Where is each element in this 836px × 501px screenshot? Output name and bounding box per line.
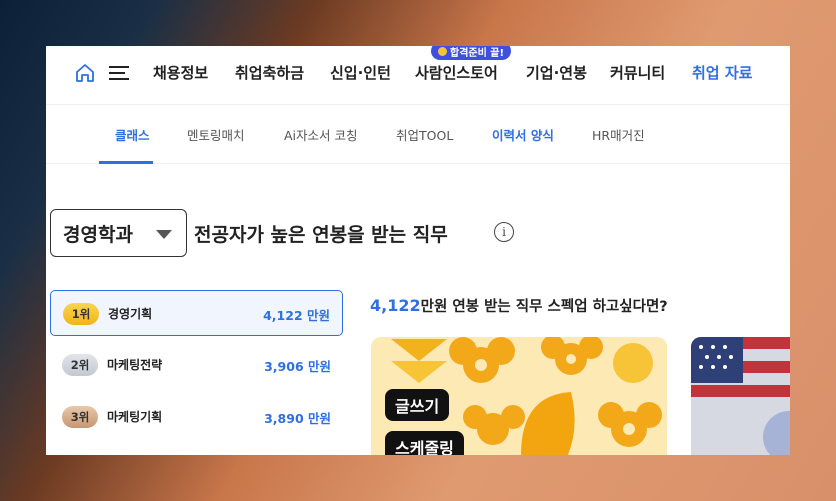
rank-badge: 3위: [62, 406, 98, 428]
major-select[interactable]: 경영학과: [50, 209, 187, 257]
rank-job-name: 마케팅기획: [107, 410, 163, 424]
rank-salary: 4,122 만원: [263, 308, 330, 323]
page-frame: 채용정보 취업축하금 신입·인턴 사람인스토어 합격준비 끝! 기업·연봉 커뮤…: [46, 46, 790, 455]
active-tab-underline: [99, 161, 153, 164]
home-icon[interactable]: [74, 62, 96, 84]
sub-navigation: 클래스 멘토링매치 Ai자소서 코칭 취업TOOL 이력서 양식 HR매거진: [46, 104, 790, 164]
nav-item-store[interactable]: 사람인스토어: [415, 62, 498, 83]
chevron-down-icon: [156, 230, 172, 239]
ranking-item[interactable]: 3위 마케팅기획 3,890 만원: [50, 394, 343, 440]
card-tag-writing: 글쓰기: [385, 389, 450, 421]
store-badge: 합격준비 끝!: [431, 46, 512, 60]
info-icon[interactable]: i: [494, 222, 514, 242]
card-tag-scheduling: 스케줄링: [385, 431, 464, 455]
promo-heading: 4,122만원 연봉 받는 직무 스펙업 하고싶다면?: [370, 295, 668, 316]
rank-badge: 1위: [63, 303, 99, 325]
nav-item-intern[interactable]: 신입·인턴: [330, 62, 391, 83]
major-select-value: 경영학과: [63, 223, 133, 246]
coin-icon: [438, 46, 447, 56]
flag-illustration: [691, 337, 790, 455]
top-navigation: 채용정보 취업축하금 신입·인턴 사람인스토어 합격준비 끝! 기업·연봉 커뮤…: [46, 46, 790, 104]
ranking-item[interactable]: 2위 마케팅전략 3,906 만원: [50, 342, 343, 388]
tab-resume-form[interactable]: 이력서 양식: [492, 125, 554, 144]
nav-item-resources[interactable]: 취업 자료: [692, 62, 752, 83]
class-card[interactable]: [691, 337, 790, 455]
tab-mentoring[interactable]: 멘토링매치: [187, 125, 245, 144]
rank-salary: 3,890 만원: [264, 411, 331, 426]
nav-item-bonus[interactable]: 취업축하금: [235, 62, 304, 83]
promo-text: 만원 연봉 받는 직무 스펙업 하고싶다면?: [420, 299, 668, 315]
rank-badge: 2위: [62, 354, 98, 376]
tab-tool[interactable]: 취업TOOL: [396, 125, 453, 144]
nav-item-jobs[interactable]: 채용정보: [153, 62, 208, 83]
ranking-item[interactable]: 1위 경영기획 4,122 만원: [50, 290, 343, 336]
nav-item-company[interactable]: 기업·연봉: [526, 62, 587, 83]
store-badge-label: 합격준비 끝!: [450, 47, 505, 59]
tab-ai-coaching[interactable]: Ai자소서 코칭: [284, 125, 358, 144]
promo-salary: 4,122: [370, 296, 421, 315]
tab-hr-magazine[interactable]: HR매거진: [592, 125, 645, 144]
rank-job-name: 마케팅전략: [107, 358, 163, 372]
tab-class[interactable]: 클래스: [115, 125, 150, 144]
class-card[interactable]: 글쓰기 스케줄링: [371, 337, 667, 455]
rank-salary: 3,906 만원: [264, 359, 331, 374]
page-title: 전공자가 높은 연봉을 받는 직무: [194, 224, 448, 246]
rank-job-name: 경영기획: [108, 307, 153, 321]
nav-item-community[interactable]: 커뮤니티: [610, 62, 665, 83]
menu-icon[interactable]: [108, 64, 130, 82]
